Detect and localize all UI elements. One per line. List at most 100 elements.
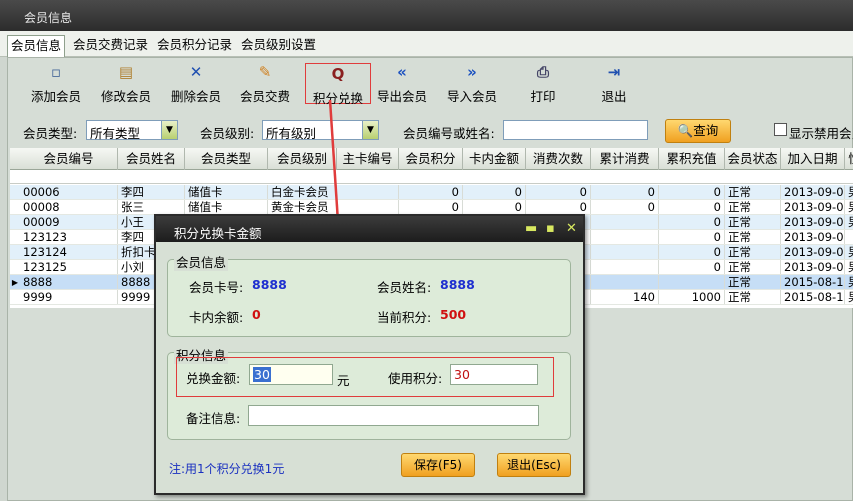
column-header-points[interactable]: 会员积分 [399, 148, 463, 170]
cell-total-consume: 0 [591, 185, 659, 199]
delete-member-button[interactable]: ✕ 删除会员 [168, 62, 224, 106]
magnifier-icon: Q [331, 65, 345, 83]
amount-unit: 元 [337, 373, 350, 388]
double-left-arrow-icon: « [397, 63, 407, 81]
column-header-join-date[interactable]: 加入日期 [781, 148, 845, 170]
export-members-button[interactable]: « 导出会员 [374, 62, 430, 106]
table-row[interactable]: 00008张三储值卡黄金卡会员00000正常2013-09-02男 [10, 200, 853, 215]
cell-gender [845, 230, 853, 244]
table-row[interactable]: 00006李四储值卡白金卡会员00000正常2013-09-01男 [10, 185, 853, 200]
filter-bar: 会员类型: 所有类型 ▼ 会员级别: 所有级别 ▼ 会员编号或姓名: 🔍查询 显… [8, 118, 853, 144]
exit-button[interactable]: ⇥ 退出 [592, 62, 636, 106]
close-icon[interactable]: ✕ [566, 221, 577, 236]
cell-gender: 男 [845, 275, 853, 289]
save-button[interactable]: 保存(F5) [401, 453, 475, 477]
column-header-member-level[interactable]: 会员级别 [268, 148, 337, 170]
tab-points-records[interactable]: 会员积分记录 [154, 35, 235, 57]
cell-points: 0 [399, 185, 463, 199]
column-header-card-amount[interactable]: 卡内金额 [463, 148, 526, 170]
member-type-label: 会员类型: [23, 126, 78, 141]
window-title: 会员信息 [0, 0, 853, 31]
column-header-status[interactable]: 会员状态 [725, 148, 781, 170]
cell-gender: 男 [845, 185, 853, 199]
points-exchange-button[interactable]: Q 积分兑换 [305, 63, 371, 106]
printer-icon: ⎙ [536, 63, 549, 81]
cell-join-date: 2013-09-02 [781, 215, 845, 229]
search-icon: 🔍 [677, 123, 694, 138]
search-input[interactable] [503, 120, 648, 140]
print-button[interactable]: ⎙ 打印 [521, 62, 565, 106]
cell-gender: 男 [845, 200, 853, 214]
column-header-consume-count[interactable]: 消费次数 [526, 148, 591, 170]
column-header-member-type[interactable]: 会员类型 [185, 148, 268, 170]
cell-gender: 男 [845, 245, 853, 259]
column-header-main-card-no[interactable]: 主卡编号 [337, 148, 399, 170]
cell-member-level: 黄金卡会员 [268, 200, 337, 214]
toolbar: ▫ 添加会员 ▤ 修改会员 ✕ 删除会员 ✎ 会员交费 Q 积分兑换 « 导出会… [8, 58, 853, 110]
cell-member-name: 李四 [118, 185, 185, 199]
cell-join-date: 2015-08-11 [781, 290, 845, 304]
cell-total-consume [591, 230, 659, 244]
cell-member-id: 123125 [20, 260, 118, 274]
tab-member-info[interactable]: 会员信息 [7, 35, 66, 57]
exchange-note: 注:用1个积分兑换1元 [169, 462, 285, 476]
dialog-title: 积分兑换卡金额 [156, 216, 583, 242]
cell-gender: 男 [845, 215, 853, 229]
tab-bar: 会员信息 会员交费记录 会员积分记录 会员级别设置 [0, 31, 853, 57]
show-disabled-label: 显示禁用会员 [789, 126, 853, 141]
column-header-gender[interactable]: 性 [845, 148, 853, 170]
column-header-member-id[interactable]: 会员编号 [20, 148, 118, 170]
cell-join-date: 2013-09-02 [781, 200, 845, 214]
minimize-icon[interactable]: ▬ [525, 221, 537, 236]
cell-join-date: 2013-09-07 [781, 245, 845, 259]
cell-status: 正常 [725, 200, 781, 214]
member-payment-button[interactable]: ✎ 会员交费 [237, 62, 293, 106]
cell-member-id: 00006 [20, 185, 118, 199]
cell-consume-count: 0 [526, 185, 591, 199]
member-type-select[interactable]: 所有类型 ▼ [86, 120, 178, 141]
delete-x-icon: ✕ [189, 63, 203, 81]
dialog-exit-button[interactable]: 退出(Esc) [497, 453, 571, 477]
column-header-member-name[interactable]: 会员姓名 [118, 148, 185, 170]
cell-total-recharge: 0 [659, 245, 725, 259]
cell-points: 0 [399, 200, 463, 214]
chevron-down-icon: ▼ [161, 121, 177, 139]
cell-join-date: 2013-09-01 [781, 185, 845, 199]
cell-member-id: 123124 [20, 245, 118, 259]
exchange-amount-input[interactable]: 30 [249, 364, 333, 385]
column-header-total-consume[interactable]: 累计消费 [591, 148, 659, 170]
cell-join-date: 2015-08-12 [781, 275, 845, 289]
cell-total-recharge: 0 [659, 230, 725, 244]
query-button[interactable]: 🔍查询 [665, 119, 731, 143]
balance-label: 卡内余额: [189, 310, 244, 325]
remark-input[interactable] [248, 405, 539, 426]
chevron-down-icon: ▼ [362, 121, 378, 139]
column-header-total-recharge[interactable]: 累积充值 [659, 148, 725, 170]
add-member-button[interactable]: ▫ 添加会员 [28, 62, 84, 106]
tab-level-settings[interactable]: 会员级别设置 [238, 35, 319, 57]
table-filter-row[interactable] [10, 170, 853, 184]
cell-total-recharge: 0 [659, 215, 725, 229]
member-level-select[interactable]: 所有级别 ▼ [262, 120, 379, 141]
use-points-input[interactable]: 30 [450, 364, 538, 385]
cell-member-id: 123123 [20, 230, 118, 244]
cell-card-amount: 0 [463, 200, 526, 214]
cell-status: 正常 [725, 290, 781, 304]
cell-total-recharge [659, 275, 725, 289]
cell-main-card-no [337, 200, 399, 214]
cell-member-type: 储值卡 [185, 200, 268, 214]
import-members-button[interactable]: » 导入会员 [444, 62, 500, 106]
current-points-value: 500 [440, 307, 467, 322]
double-right-arrow-icon: » [467, 63, 477, 81]
use-points-label: 使用积分: [388, 371, 443, 386]
cell-status: 正常 [725, 275, 781, 289]
cell-total-recharge: 0 [659, 185, 725, 199]
cell-member-type: 储值卡 [185, 185, 268, 199]
tab-payment-records[interactable]: 会员交费记录 [70, 35, 151, 57]
maximize-icon[interactable]: ▪ [546, 221, 555, 236]
cell-main-card-no [337, 185, 399, 199]
table-header: 会员编号 会员姓名 会员类型 会员级别 主卡编号 会员积分 卡内金额 消费次数 累计消费 累积充值… [10, 148, 853, 170]
show-disabled-checkbox[interactable] [774, 123, 787, 136]
edit-member-button[interactable]: ▤ 修改会员 [98, 62, 154, 106]
remark-label: 备注信息: [186, 411, 241, 426]
